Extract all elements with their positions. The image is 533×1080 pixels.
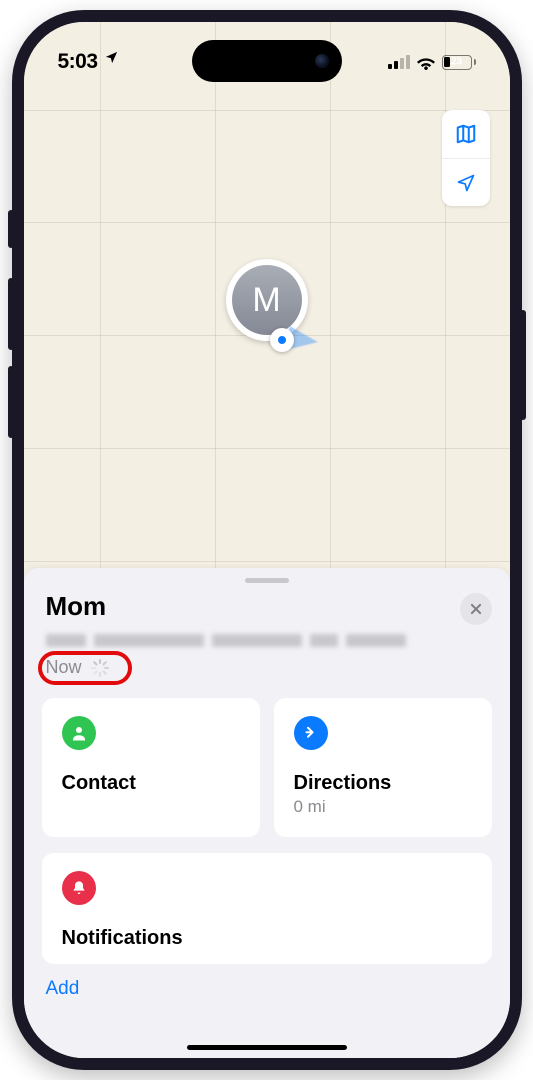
timestamp-row: Now <box>46 657 510 678</box>
add-notification-link[interactable]: Add <box>46 978 488 1000</box>
status-time: 5:03 <box>58 50 98 74</box>
screen: 5:03 23 <box>24 22 510 1058</box>
wifi-icon <box>416 55 436 70</box>
directions-card[interactable]: Directions 0 mi <box>274 698 492 837</box>
close-button[interactable] <box>460 593 492 625</box>
address-line-redacted <box>46 631 488 649</box>
location-arrow-icon <box>456 173 476 193</box>
locate-me-button[interactable] <box>442 158 490 206</box>
notifications-card-title: Notifications <box>62 927 472 950</box>
avatar-initial: M <box>232 265 302 335</box>
location-services-icon <box>104 50 119 70</box>
dynamic-island <box>192 40 342 82</box>
battery-percentage: 23 <box>451 56 462 67</box>
contact-icon <box>62 716 96 750</box>
home-indicator[interactable] <box>187 1045 347 1050</box>
contact-card[interactable]: Contact <box>42 698 260 837</box>
map-mode-button[interactable] <box>442 110 490 158</box>
bell-icon <box>62 871 96 905</box>
directions-distance: 0 mi <box>294 797 472 817</box>
sheet-grabber[interactable] <box>245 578 289 583</box>
phone-frame: 5:03 23 <box>12 10 522 1070</box>
contact-name-title: Mom <box>46 591 107 622</box>
battery-icon: 23 <box>442 55 476 70</box>
contact-card-title: Contact <box>62 772 240 795</box>
directions-card-title: Directions <box>294 772 472 795</box>
notifications-card[interactable]: Notifications <box>42 853 492 964</box>
my-location-dot <box>270 328 318 352</box>
map-icon <box>455 123 477 145</box>
close-icon <box>469 602 483 616</box>
cellular-signal-icon <box>388 55 410 69</box>
details-sheet[interactable]: Mom Now <box>24 568 510 1058</box>
timestamp-label: Now <box>46 657 82 678</box>
loading-spinner-icon <box>90 659 108 677</box>
map-controls <box>442 110 490 206</box>
directions-icon <box>294 716 328 750</box>
